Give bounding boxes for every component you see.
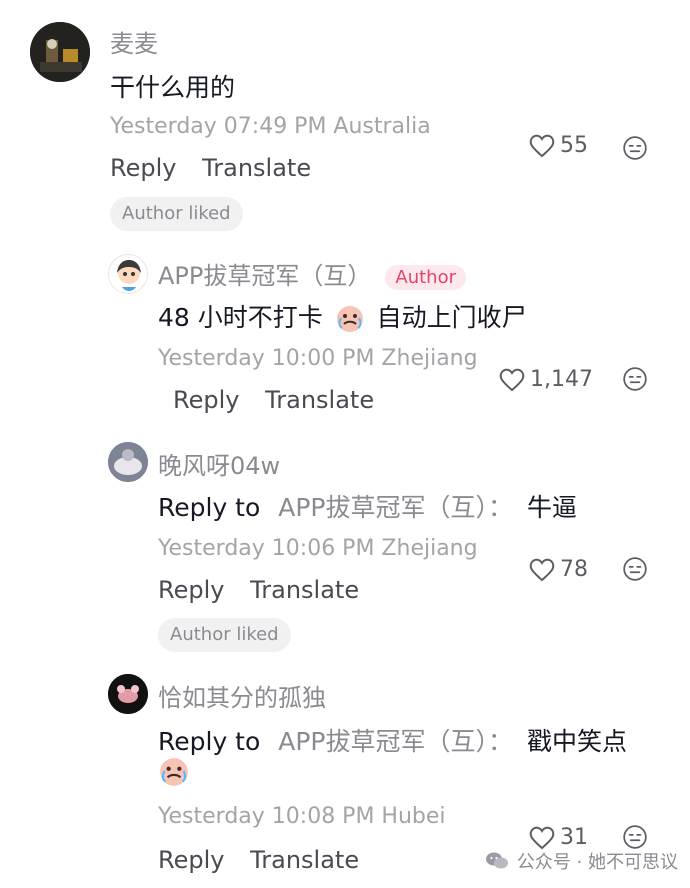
- avatar[interactable]: [108, 442, 148, 482]
- watermark-text: 公众号 · 她不可思议: [516, 852, 678, 873]
- crying-emoji-icon: [160, 758, 188, 786]
- wechat-icon: [485, 852, 508, 869]
- comment-actions: Reply Translate: [173, 386, 392, 414]
- comment-message: 牛逼: [526, 493, 577, 522]
- comment-meta: Yesterday 10:06 PM Zhejiang: [158, 536, 478, 561]
- like-button[interactable]: 1,147: [498, 366, 593, 392]
- translate-button[interactable]: Translate: [250, 576, 359, 604]
- author-liked-badge: Author liked: [110, 197, 243, 231]
- meh-face-icon[interactable]: [622, 135, 648, 161]
- reply-button[interactable]: Reply: [158, 576, 224, 604]
- comment-text: 48 小时不打卡 自动上门收尸: [158, 298, 527, 334]
- comment-text-part1: 48 小时不打卡: [158, 303, 323, 332]
- like-button[interactable]: 31: [528, 824, 588, 850]
- reply-button[interactable]: Reply: [158, 846, 224, 874]
- watermark: 公众号 · 她不可思议: [485, 848, 678, 874]
- comment-text: 干什么用的: [110, 73, 236, 102]
- comment-meta: Yesterday 10:00 PM Zhejiang: [158, 346, 478, 371]
- meh-face-icon[interactable]: [622, 824, 648, 850]
- reply-to-label: Reply to: [158, 727, 261, 756]
- like-button[interactable]: 78: [528, 556, 588, 582]
- heart-outline-icon: [529, 826, 555, 850]
- reply-button[interactable]: Reply: [173, 386, 239, 414]
- translate-button[interactable]: Translate: [202, 154, 311, 182]
- meh-face-icon[interactable]: [622, 366, 648, 392]
- comment-item: 麦麦 干什么用的 Yesterday 07:49 PM Australia Re…: [0, 0, 690, 240]
- comment-username[interactable]: 晚风呀04w: [158, 446, 280, 481]
- like-button[interactable]: 55: [528, 132, 588, 158]
- reply-button[interactable]: Reply: [110, 154, 176, 182]
- reply-target-username[interactable]: APP拔草冠军（互）：: [278, 493, 513, 522]
- author-liked-badge: Author liked: [158, 618, 291, 652]
- author-tag: Author: [385, 264, 466, 290]
- translate-button[interactable]: Translate: [265, 386, 374, 414]
- comment-text-part2: 自动上门收尸: [376, 303, 527, 332]
- avatar[interactable]: [30, 22, 90, 82]
- comment-meta: Yesterday 10:08 PM Hubei: [158, 804, 446, 829]
- comment-message: 戳中笑点: [526, 727, 627, 756]
- like-count: 1,147: [530, 366, 593, 392]
- comment-actions: Reply Translate: [110, 154, 329, 182]
- crying-emoji-icon: [336, 306, 363, 332]
- username-text[interactable]: APP拔草冠军（互）: [158, 262, 371, 290]
- comment-actions: Reply Translate: [158, 846, 377, 874]
- reply-to-label: Reply to: [158, 493, 261, 522]
- heart-outline-icon: [529, 558, 555, 582]
- avatar[interactable]: [108, 674, 148, 714]
- comment-text: Reply to APP拔草冠军（互）： 戳中笑点: [158, 722, 627, 758]
- avatar[interactable]: [108, 254, 148, 294]
- like-count: 78: [560, 556, 588, 582]
- comment-item: APP拔草冠军（互） Author 48 小时不打卡 自动上门收尸 Yesterd…: [0, 240, 690, 430]
- like-count: 31: [560, 824, 588, 850]
- translate-button[interactable]: Translate: [250, 846, 359, 874]
- reply-target-username[interactable]: APP拔草冠军（互）：: [278, 727, 513, 756]
- heart-outline-icon: [529, 134, 555, 158]
- meh-face-icon[interactable]: [622, 556, 648, 582]
- comment-meta: Yesterday 07:49 PM Australia: [110, 114, 431, 139]
- comment-username[interactable]: 恰如其分的孤独: [158, 678, 326, 713]
- comment-text: Reply to APP拔草冠军（互）： 牛逼: [158, 488, 577, 524]
- comment-username[interactable]: 麦麦: [110, 24, 158, 59]
- comment-username[interactable]: APP拔草冠军（互） Author: [158, 256, 466, 291]
- comment-item: 晚风呀04w Reply to APP拔草冠军（互）： 牛逼 Yesterday…: [0, 430, 690, 660]
- comment-actions: Reply Translate: [158, 576, 377, 604]
- like-count: 55: [560, 132, 588, 158]
- heart-outline-icon: [499, 368, 525, 392]
